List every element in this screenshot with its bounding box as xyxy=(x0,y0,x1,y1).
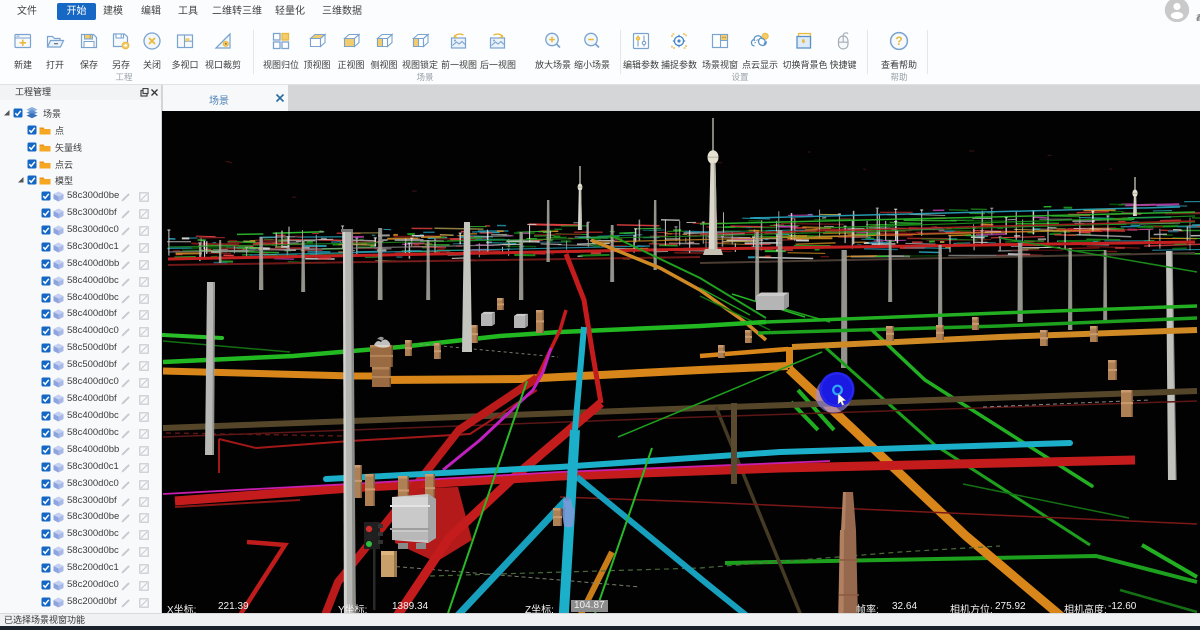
svg-text:?: ? xyxy=(895,34,902,48)
